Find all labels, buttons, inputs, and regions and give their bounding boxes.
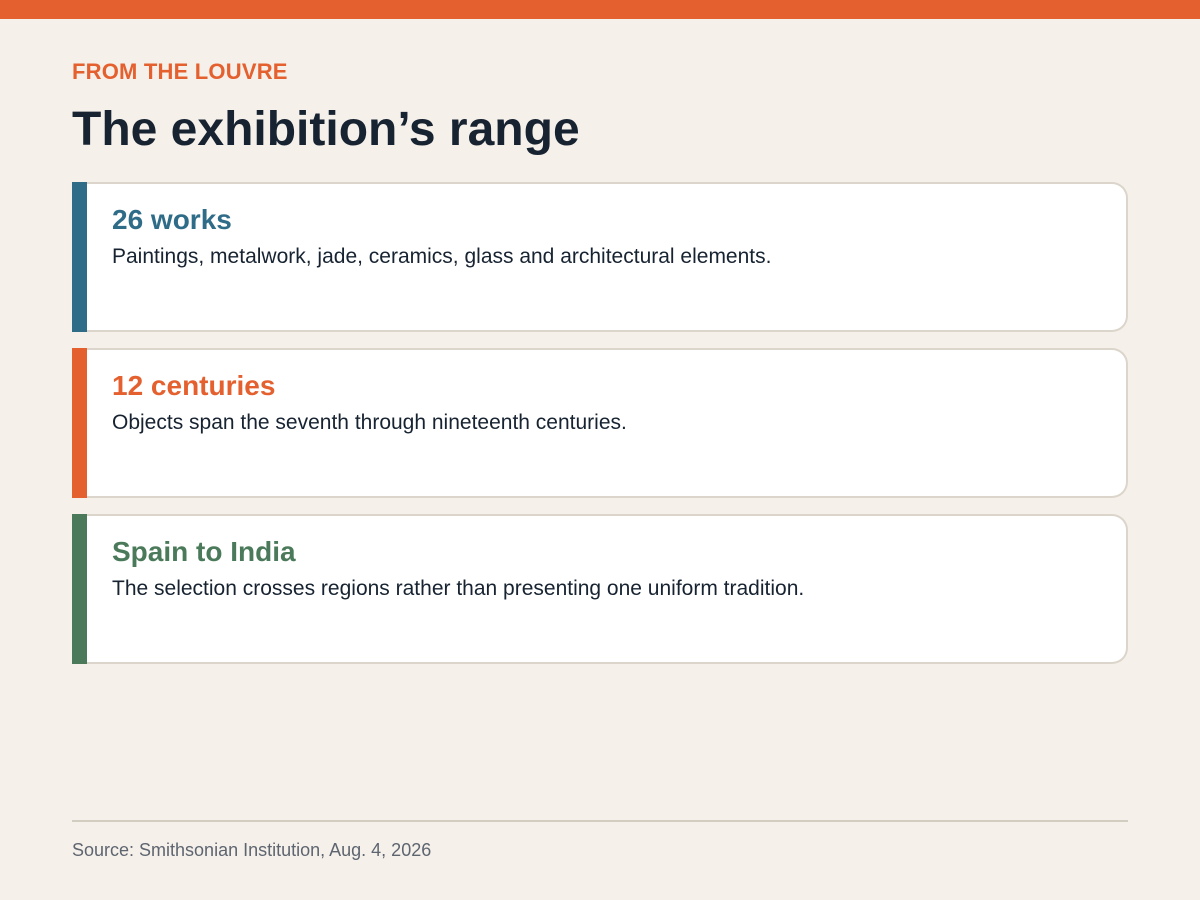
card-stat: 12 centuries <box>112 370 276 401</box>
kicker-label: FROM THE LOUVRE <box>72 59 288 84</box>
card-accent-bar <box>72 182 87 332</box>
card-description: The selection crosses regions rather tha… <box>112 577 805 600</box>
card-description: Objects span the seventh through ninetee… <box>112 411 627 434</box>
stat-card-works: 26 works Paintings, metalwork, jade, cer… <box>72 182 1128 332</box>
card-description: Paintings, metalwork, jade, ceramics, gl… <box>112 245 772 268</box>
page-title: The exhibition’s range <box>72 103 580 156</box>
stat-card-regions: Spain to India The selection crosses reg… <box>72 514 1128 664</box>
footer-divider <box>72 820 1128 822</box>
source-note: Source: Smithsonian Institution, Aug. 4,… <box>72 840 432 860</box>
card-accent-bar <box>72 348 87 498</box>
top-accent-bar <box>0 0 1200 19</box>
stat-card-centuries: 12 centuries Objects span the seventh th… <box>72 348 1128 498</box>
card-accent-bar <box>72 514 87 664</box>
card-stat: Spain to India <box>112 536 296 567</box>
card-stat: 26 works <box>112 204 232 235</box>
